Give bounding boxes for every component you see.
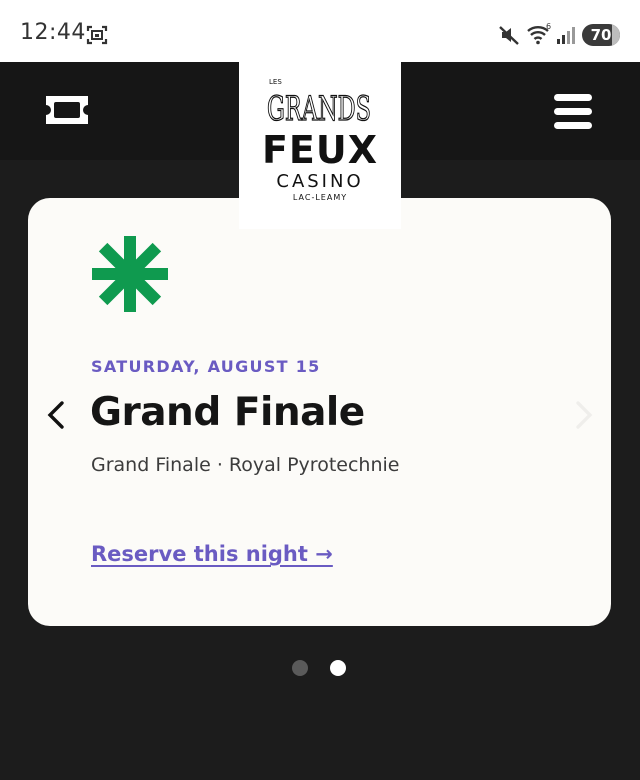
reserve-night-link[interactable]: Reserve this night → [91, 542, 333, 566]
status-bar: 12:44 6 70 [0, 0, 640, 62]
chevron-right-icon[interactable] [572, 400, 596, 430]
screenshot-icon [86, 25, 108, 45]
status-time: 12:44 [20, 20, 86, 45]
carousel-pagination [292, 660, 352, 678]
event-subtitle: Grand Finale · Royal Pyrotechnie [91, 454, 400, 476]
logo-location: LAC-LEAMY [292, 193, 348, 202]
wifi-icon: 6 [527, 22, 551, 45]
logo-grands: GRANDS [267, 89, 371, 128]
ticket-icon[interactable] [42, 92, 92, 128]
logo-les: LES [269, 78, 282, 86]
battery-icon: 70 [582, 24, 620, 46]
signal-icon [557, 27, 575, 44]
pagination-dot-2-active[interactable] [330, 660, 346, 676]
battery-level: 70 [590, 26, 612, 44]
event-card: SATURDAY, AUGUST 15 Grand Finale Grand F… [28, 198, 611, 626]
chevron-left-icon[interactable] [44, 400, 68, 430]
event-date: SATURDAY, AUGUST 15 [91, 357, 321, 376]
svg-text:6: 6 [546, 22, 551, 31]
event-title: Grand Finale [90, 390, 365, 435]
mute-icon [499, 26, 519, 45]
logo-casino: CASINO [276, 171, 364, 192]
pagination-dot-1[interactable] [292, 660, 308, 676]
casino-logo[interactable]: LES GRANDS FEUX CASINO LAC-LEAMY [239, 62, 401, 229]
asterisk-icon [92, 236, 168, 312]
logo-feux: FEUX [261, 128, 379, 172]
logo-grands-wordmark: LES GRANDS [266, 78, 371, 128]
hamburger-menu-icon[interactable] [552, 92, 596, 130]
